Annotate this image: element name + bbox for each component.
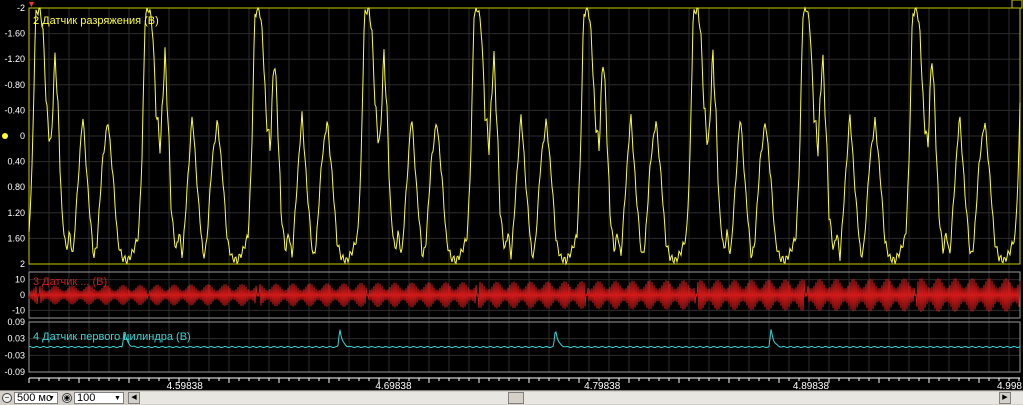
y-tick-label: -0.80	[4, 80, 25, 90]
y-tick-label: 0	[20, 290, 25, 300]
trace-label-vacuum-sensor: 2 Датчик разряжения (В)	[33, 15, 159, 27]
y-tick-label: -0.40	[4, 105, 25, 115]
zoom-select[interactable]: 100 ▼	[74, 392, 124, 404]
y-tick-label: 1.20	[7, 208, 25, 218]
timebase-control[interactable]: −	[2, 392, 12, 404]
y-tick-label: -2	[17, 3, 25, 13]
y-tick-label: 0.40	[7, 157, 25, 167]
y-tick-label: 10	[15, 275, 25, 285]
y-tick-labels: -2 -1.60 -1.20 -0.80 -0.40 0 0.40 0.80 1.20 1.60 2…	[4, 3, 25, 377]
y-tick-label: 0.03	[7, 334, 25, 344]
scroll-left-icon[interactable]: ◀	[128, 392, 140, 404]
y-tick-label: 2	[20, 259, 25, 269]
x-tick-label: 4.998	[997, 381, 1022, 390]
y-tick-label: -10	[12, 305, 25, 315]
y-tick-label: 1.60	[7, 233, 25, 243]
trace-label-cylinder-1-sensor: 4 Датчик первого цилиндра (В)	[33, 331, 191, 343]
zoom-value: 100	[77, 392, 96, 404]
y-tick-label: -1.20	[4, 54, 25, 64]
zero-level-marker	[2, 133, 8, 139]
chevron-down-icon[interactable]: ▼	[47, 394, 56, 403]
trace-label-sensor-3: 3 Датчик ... (В)	[33, 276, 108, 288]
y-tick-label: 0	[20, 131, 25, 141]
zoom-icon[interactable]: ◉	[62, 393, 72, 403]
y-tick-label: -1.60	[4, 29, 25, 39]
horizontal-scrollbar[interactable]: ◀ ▶	[128, 392, 1023, 404]
y-tick-label: -0.09	[4, 367, 25, 377]
x-tick-label: 4.89838	[793, 381, 830, 390]
timebase-select[interactable]: 500 мс ▼	[14, 392, 58, 404]
y-tick-label: -0.03	[4, 350, 25, 360]
bottom-toolbar: − 500 мс ▼ ◉ 100 ▼ ◀ ▶	[0, 390, 1023, 405]
timebase-minus-icon[interactable]: −	[2, 393, 12, 403]
x-tick-label: 4.59838	[167, 381, 204, 390]
y-tick-label: 0.80	[7, 182, 25, 192]
y-tick-label: 0.09	[7, 317, 25, 327]
x-tick-label: 4.79838	[584, 381, 621, 390]
scroll-right-icon[interactable]: ▶	[999, 392, 1011, 404]
chevron-down-icon[interactable]: ▼	[113, 394, 122, 403]
zoom-control[interactable]: ◉	[62, 392, 72, 404]
scrollbar-thumb[interactable]	[508, 392, 524, 404]
x-tick-label: 4.69838	[375, 381, 412, 390]
